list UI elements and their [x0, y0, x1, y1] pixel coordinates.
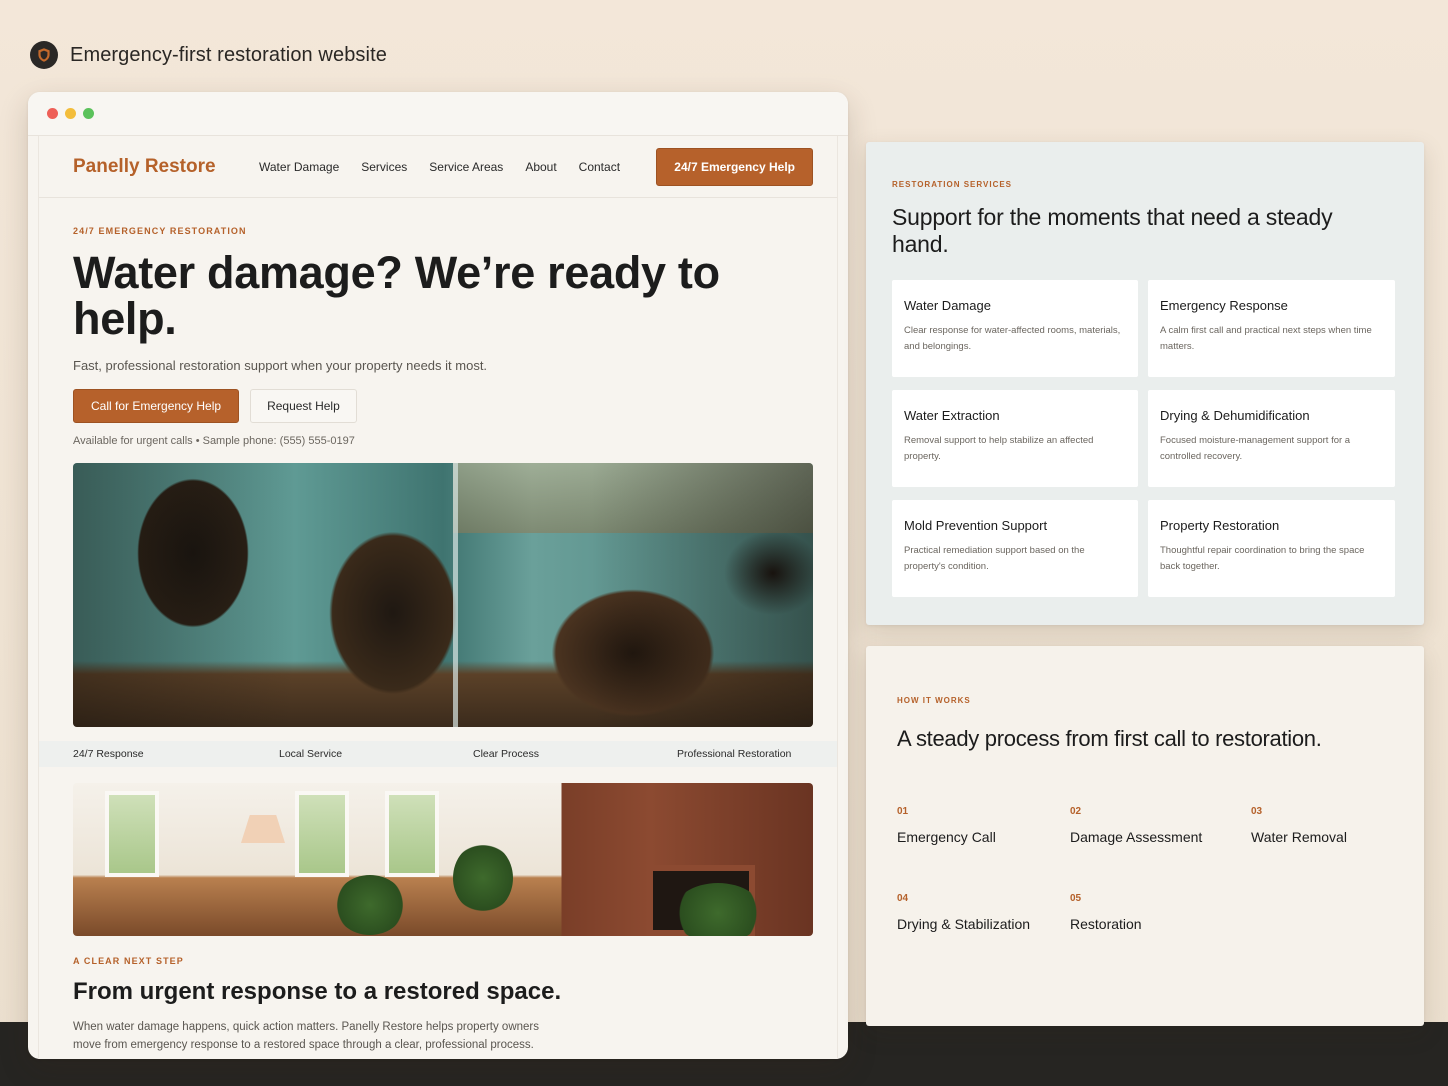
feature-local-service: Local Service [279, 748, 343, 760]
availability-note: Available for urgent calls • Sample phon… [73, 435, 355, 447]
nav-link-services[interactable]: Services [361, 160, 407, 174]
shield-icon [30, 41, 58, 69]
service-card[interactable]: Emergency Response A calm first call and… [1148, 280, 1395, 377]
nav-link-contact[interactable]: Contact [579, 160, 620, 174]
step-number: 01 [897, 806, 909, 817]
water-damage-photo [73, 463, 813, 727]
process-step: 04 Drying & Stabilization [897, 893, 1030, 932]
hero-actions: Call for Emergency Help Request Help [73, 389, 803, 423]
service-card-title: Emergency Response [1160, 298, 1288, 313]
process-steps: 01 Emergency Call 02 Damage Assessment 0… [897, 752, 1394, 952]
process-step: 05 Restoration [1070, 893, 1142, 932]
process-step: 03 Water Removal [1251, 806, 1347, 845]
step-label: Water Removal [1251, 829, 1347, 845]
process-eyebrow: HOW IT WORKS [897, 696, 971, 705]
services-grid: Water Damage Clear response for water-af… [892, 280, 1395, 597]
step-number: 05 [1070, 893, 1082, 904]
service-card[interactable]: Property Restoration Thoughtful repair c… [1148, 500, 1395, 597]
feature-clear-process: Clear Process [473, 748, 539, 760]
service-card[interactable]: Water Damage Clear response for water-af… [892, 280, 1138, 377]
emergency-help-button[interactable]: 24/7 Emergency Help [656, 147, 813, 186]
next-step-title: From urgent response to a restored space… [73, 978, 562, 1005]
brand-logo[interactable]: Panelly Restore [73, 156, 259, 178]
service-card-title: Mold Prevention Support [904, 518, 1048, 533]
service-card[interactable]: Water Extraction Removal support to help… [892, 390, 1138, 487]
service-card-desc: Removal support to help stabilize an aff… [904, 435, 1094, 462]
hero-title: Water damage? We’re ready to help. [73, 247, 720, 344]
service-card[interactable]: Drying & Dehumidification Focused moistu… [1148, 390, 1395, 487]
feature-247-response: 24/7 Response [73, 748, 144, 760]
service-card-title: Water Extraction [904, 408, 1000, 423]
step-label: Drying & Stabilization [897, 916, 1031, 932]
nav-link-service-areas[interactable]: Service Areas [429, 160, 503, 174]
nav-link-about[interactable]: About [525, 160, 556, 174]
services-title: Support for the moments that need a stea… [892, 204, 1333, 257]
step-label: Restoration [1070, 916, 1142, 932]
service-card-desc: Focused moisture-management support for … [1160, 435, 1351, 462]
service-card-desc: Thoughtful repair coordination to bring … [1160, 545, 1365, 572]
next-step-body: When water damage happens, quick action … [73, 1021, 539, 1051]
nav-links: Water Damage Services Service Areas Abou… [259, 160, 620, 174]
process-panel: HOW IT WORKS A steady process from first… [866, 646, 1424, 1026]
next-step-eyebrow: A CLEAR NEXT STEP [73, 956, 184, 966]
browser-chrome [28, 92, 848, 136]
nav-link-water-damage[interactable]: Water Damage [259, 160, 339, 174]
service-card-desc: Practical remediation support based on t… [904, 545, 1085, 572]
call-emergency-button[interactable]: Call for Emergency Help [73, 389, 240, 423]
photo-lamp [241, 815, 285, 843]
minimize-window-dot[interactable] [65, 108, 76, 119]
next-step-section: A CLEAR NEXT STEP From urgent response t… [39, 936, 837, 1054]
caption-title: Emergency-first restoration website [70, 43, 387, 66]
step-label: Damage Assessment [1070, 829, 1203, 845]
photo-window [295, 791, 349, 877]
photo-window [385, 791, 439, 877]
request-help-button[interactable]: Request Help [250, 389, 357, 423]
hero-section: 24/7 EMERGENCY RESTORATION Water damage?… [39, 198, 837, 447]
browser-window: Panelly Restore Water Damage Services Se… [28, 92, 848, 1059]
close-window-dot[interactable] [47, 108, 58, 119]
service-card-desc: Clear response for water-affected rooms,… [904, 325, 1121, 352]
service-card[interactable]: Mold Prevention Support Practical remedi… [892, 500, 1138, 597]
step-number: 02 [1070, 806, 1082, 817]
restored-room-photo [73, 783, 813, 936]
maximize-window-dot[interactable] [83, 108, 94, 119]
step-number: 04 [897, 893, 909, 904]
hero-lede: Fast, professional restoration support w… [73, 358, 488, 373]
step-label: Emergency Call [897, 829, 996, 845]
hero-eyebrow: 24/7 EMERGENCY RESTORATION [73, 226, 247, 236]
presentation-caption: Emergency-first restoration website [30, 40, 387, 70]
process-title: A steady process from first call to rest… [897, 726, 1322, 751]
process-step: 02 Damage Assessment [1070, 806, 1202, 845]
feature-professional-restoration: Professional Restoration [677, 748, 792, 760]
photo-plant [673, 883, 763, 936]
process-step: 01 Emergency Call [897, 806, 996, 845]
service-card-title: Property Restoration [1160, 518, 1280, 533]
website-page: Panelly Restore Water Damage Services Se… [38, 136, 838, 1059]
service-card-desc: A calm first call and practical next ste… [1160, 325, 1372, 352]
photo-plant [335, 875, 405, 935]
services-panel: RESTORATION SERVICES Support for the mom… [866, 142, 1424, 625]
service-card-title: Water Damage [904, 298, 991, 313]
service-card-title: Drying & Dehumidification [1160, 408, 1310, 423]
feature-strip: 24/7 Response Local Service Clear Proces… [39, 741, 837, 767]
photo-plant [453, 843, 513, 913]
photo-window [105, 791, 159, 877]
site-navbar: Panelly Restore Water Damage Services Se… [39, 136, 837, 198]
step-number: 03 [1251, 806, 1263, 817]
services-eyebrow: RESTORATION SERVICES [892, 180, 1013, 189]
photo-shading [73, 463, 813, 727]
